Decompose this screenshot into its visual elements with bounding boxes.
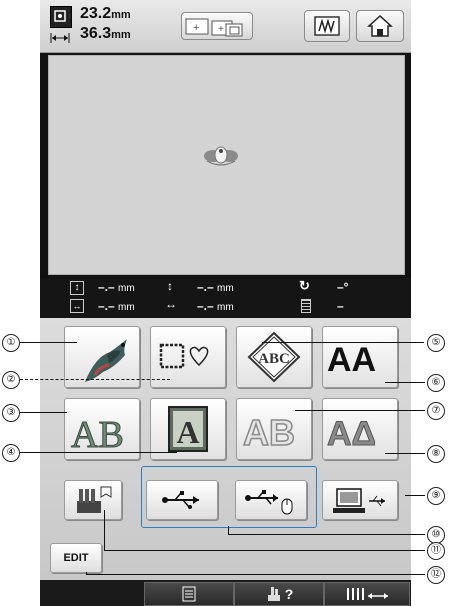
svg-text:+: + [218,24,224,35]
height-unit: mm [111,9,131,21]
callout-8: ⑧ [427,445,445,463]
width-value: –.– mm [98,299,135,313]
callout-9: ⑨ [427,487,445,505]
callout-line-10 [228,534,425,535]
callout-7: ⑦ [427,402,445,420]
embroidery-frames-icon: + + [185,18,243,37]
callout-2: ② [2,371,20,389]
frame-heart-icon [159,343,209,369]
pattern-type-panel: ABC AA AB A AB AΔ EDIT [40,318,411,580]
horizontal-move-icon: ↔ [165,297,177,311]
height-icon: ↕ [70,281,84,295]
machine-icon [267,587,280,601]
pattern-preview [48,55,405,275]
callout-line-9 [405,495,425,496]
pattern-size-icon [50,6,72,28]
horizontal-value: –.– mm [197,299,234,313]
character-patterns-button[interactable]: AA [322,326,398,388]
spool-change-button[interactable] [324,582,410,606]
monogram-icon: ABC [247,331,301,383]
svg-text:ABC: ABC [258,351,290,367]
home-button[interactable] [356,10,404,42]
callout-line-4 [19,452,177,453]
callout-6: ⑥ [427,374,445,392]
callout-line-11-vertical [104,510,105,550]
callout-12: ⑫ [427,566,445,584]
machine-help-button[interactable]: ? [234,582,324,606]
greek-alphabet-button[interactable]: AΔ [322,398,398,460]
applique-alphabet-button[interactable]: AB [236,398,312,460]
svg-text:AA: AA [327,341,376,379]
width-icon: ↔ [70,299,84,313]
height-value: –.– mm [98,280,135,294]
settings-list-icon [182,586,196,602]
decorative-alphabet-button[interactable]: A [150,398,226,460]
floral-alphabet-icon: AB [71,414,125,457]
bird-icon [85,339,127,382]
callout-line-11 [104,550,425,551]
callout-line-1 [19,342,77,343]
machine-memory-icon [77,486,112,513]
greek-letter-icon: AΔ [327,415,377,454]
help-question-label: ? [284,586,294,602]
callout-line-12 [86,574,425,575]
floral-alphabet-button[interactable]: AB [64,398,140,460]
bobbin-value: – [337,299,344,313]
width-arrow-icon [50,31,70,43]
svg-text:AB: AB [71,414,124,456]
callout-line-3 [19,412,67,413]
spool-arrow-icon [347,588,388,600]
callout-4: ④ [2,444,20,462]
frame-display-button[interactable]: + + [181,12,253,40]
settings-button[interactable] [144,582,234,606]
stitch-list-button[interactable] [304,10,350,42]
angle-value: –° [337,280,349,294]
info-bar: ↕ –.– mm ↕ –.– mm ↻ –° ↔ –.– mm ↔ –.– mm… [40,278,411,318]
callout-line-10-vertical [228,526,229,534]
callout-line-8 [385,453,425,454]
computer-button[interactable] [322,480,398,520]
pattern-width: 36.3mm [80,25,131,42]
callout-5: ⑤ [427,334,445,352]
usb-bracket [141,466,317,528]
callout-line-2 [20,379,170,380]
bottom-bar: ? [40,580,411,606]
embroidery-pattern-icon [204,146,238,166]
vertical-value: –.– mm [197,280,234,294]
pattern-height: 23.2mm [80,5,131,22]
width-unit: mm [111,29,131,41]
alphabet-icon: AA [327,341,376,379]
callout-11: ⑪ [427,542,445,560]
callout-line-6 [385,382,425,383]
vertical-move-icon: ↕ [167,279,173,293]
zigzag-stitch-icon [314,16,340,36]
top-bar: 23.2mm 36.3mm + + [40,0,411,53]
callout-line-7 [295,410,425,411]
callout-line-5 [262,342,424,343]
outline-alphabet-icon: AB [242,411,296,454]
home-icon [367,14,393,37]
svg-text:A: A [176,414,199,450]
bobbin-icon [301,299,311,313]
monogram-button[interactable]: ABC [236,326,312,388]
callout-1: ① [2,334,20,352]
decorative-letter-icon: A [168,406,208,452]
edit-button[interactable]: EDIT [50,543,102,573]
computer-usb-icon [333,488,385,513]
rotate-icon: ↻ [299,278,310,293]
svg-text:+: + [193,22,199,34]
svg-text:AB: AB [243,412,295,453]
svg-text:AΔ: AΔ [327,415,376,453]
callout-3: ③ [2,404,20,422]
machine-memory-button[interactable] [64,480,122,520]
